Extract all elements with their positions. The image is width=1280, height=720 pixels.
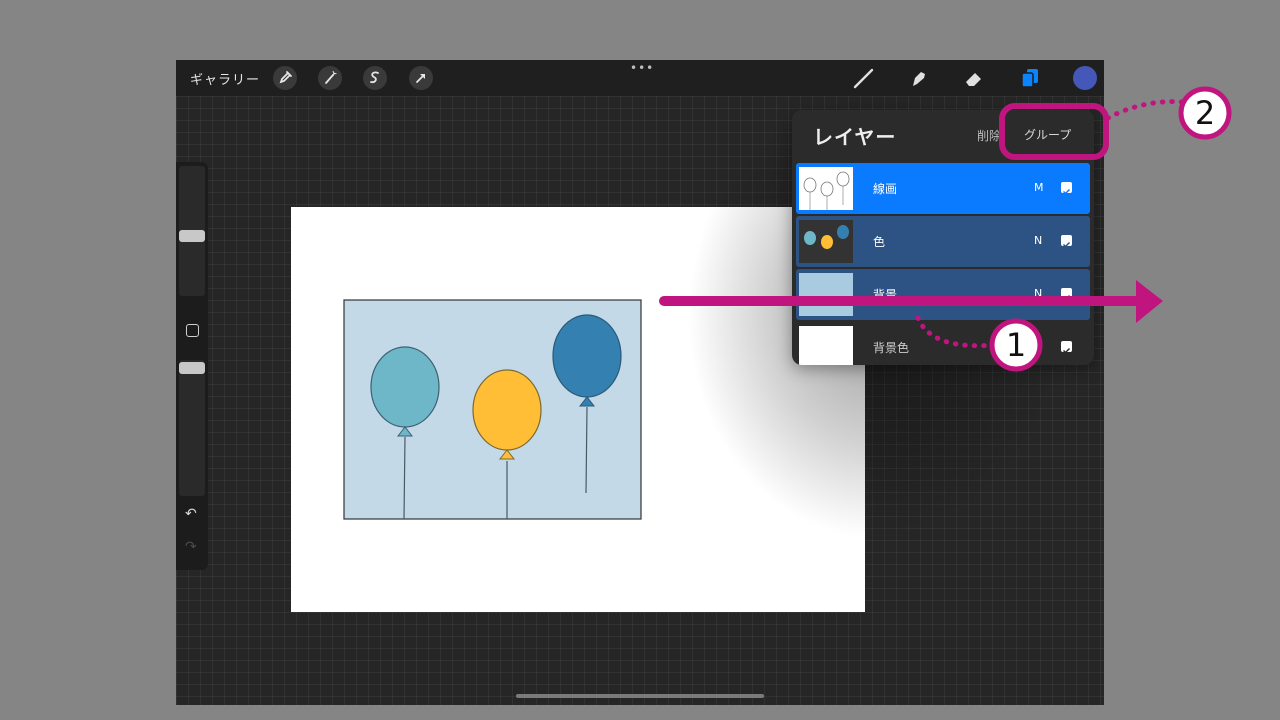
delete-button[interactable]: 削除 — [977, 127, 1001, 144]
visibility-checkbox[interactable] — [1061, 235, 1072, 248]
wrench-icon[interactable] — [273, 66, 297, 90]
modify-button[interactable] — [186, 324, 199, 337]
layers-panel: レイヤー 削除 グループ 線画 M 色 N 背景 N 背景色 — [792, 110, 1094, 365]
home-indicator — [516, 694, 764, 698]
layer-row-background-color[interactable]: 背景色 — [796, 322, 1090, 365]
left-sidebar: ↶ ↷ — [176, 162, 208, 570]
layer-row-lineart[interactable]: 線画 M — [796, 163, 1090, 214]
blend-mode-button[interactable]: N — [1034, 287, 1042, 300]
opacity-thumb[interactable] — [179, 362, 205, 374]
visibility-checkbox[interactable] — [1061, 288, 1072, 301]
undo-icon[interactable]: ↶ — [185, 506, 197, 522]
blend-mode-button[interactable]: M — [1034, 181, 1044, 194]
color-picker-button[interactable] — [1073, 66, 1097, 90]
layer-row-background[interactable]: 背景 N — [796, 269, 1090, 320]
more-actions-button[interactable]: ••• — [630, 61, 654, 75]
layer-name: 背景 — [873, 288, 898, 302]
selection-icon[interactable] — [363, 66, 387, 90]
gallery-button[interactable]: ギャラリー — [190, 69, 260, 88]
smudge-icon[interactable] — [907, 66, 931, 90]
redo-icon[interactable]: ↷ — [185, 539, 197, 555]
layer-name: 背景色 — [873, 341, 910, 355]
visibility-checkbox[interactable] — [1061, 341, 1072, 354]
layers-icon[interactable] — [1018, 66, 1042, 90]
layers-panel-title: レイヤー — [813, 125, 897, 149]
visibility-checkbox[interactable] — [1061, 182, 1072, 195]
magic-wand-icon[interactable] — [318, 66, 342, 90]
opacity-slider[interactable] — [179, 360, 205, 496]
layer-thumbnail — [799, 167, 853, 210]
layer-thumbnail — [799, 326, 853, 365]
move-arrow-icon[interactable] — [409, 66, 433, 90]
layer-row-color[interactable]: 色 N — [796, 216, 1090, 267]
callout-dots-2 — [1105, 99, 1185, 121]
blend-mode-button[interactable]: N — [1034, 234, 1042, 247]
marker-1-label: 1 — [1005, 326, 1027, 364]
procreate-window: ギャラリー ••• ↶ ↷ レイヤー 削除 グループ 線画 M 色 N 背景 N… — [176, 60, 1104, 705]
layer-thumbnail — [799, 220, 853, 263]
layer-name: 色 — [873, 235, 886, 249]
swipe-arrow-head — [1136, 280, 1163, 323]
eraser-icon[interactable] — [962, 66, 986, 90]
marker-2-label: 2 — [1194, 94, 1216, 132]
brush-icon[interactable] — [852, 66, 876, 90]
top-toolbar: ギャラリー ••• — [176, 60, 1104, 96]
group-button[interactable]: グループ — [1024, 126, 1071, 143]
layer-thumbnail — [799, 273, 853, 316]
layer-name: 線画 — [873, 182, 898, 196]
brush-size-thumb[interactable] — [179, 229, 205, 242]
